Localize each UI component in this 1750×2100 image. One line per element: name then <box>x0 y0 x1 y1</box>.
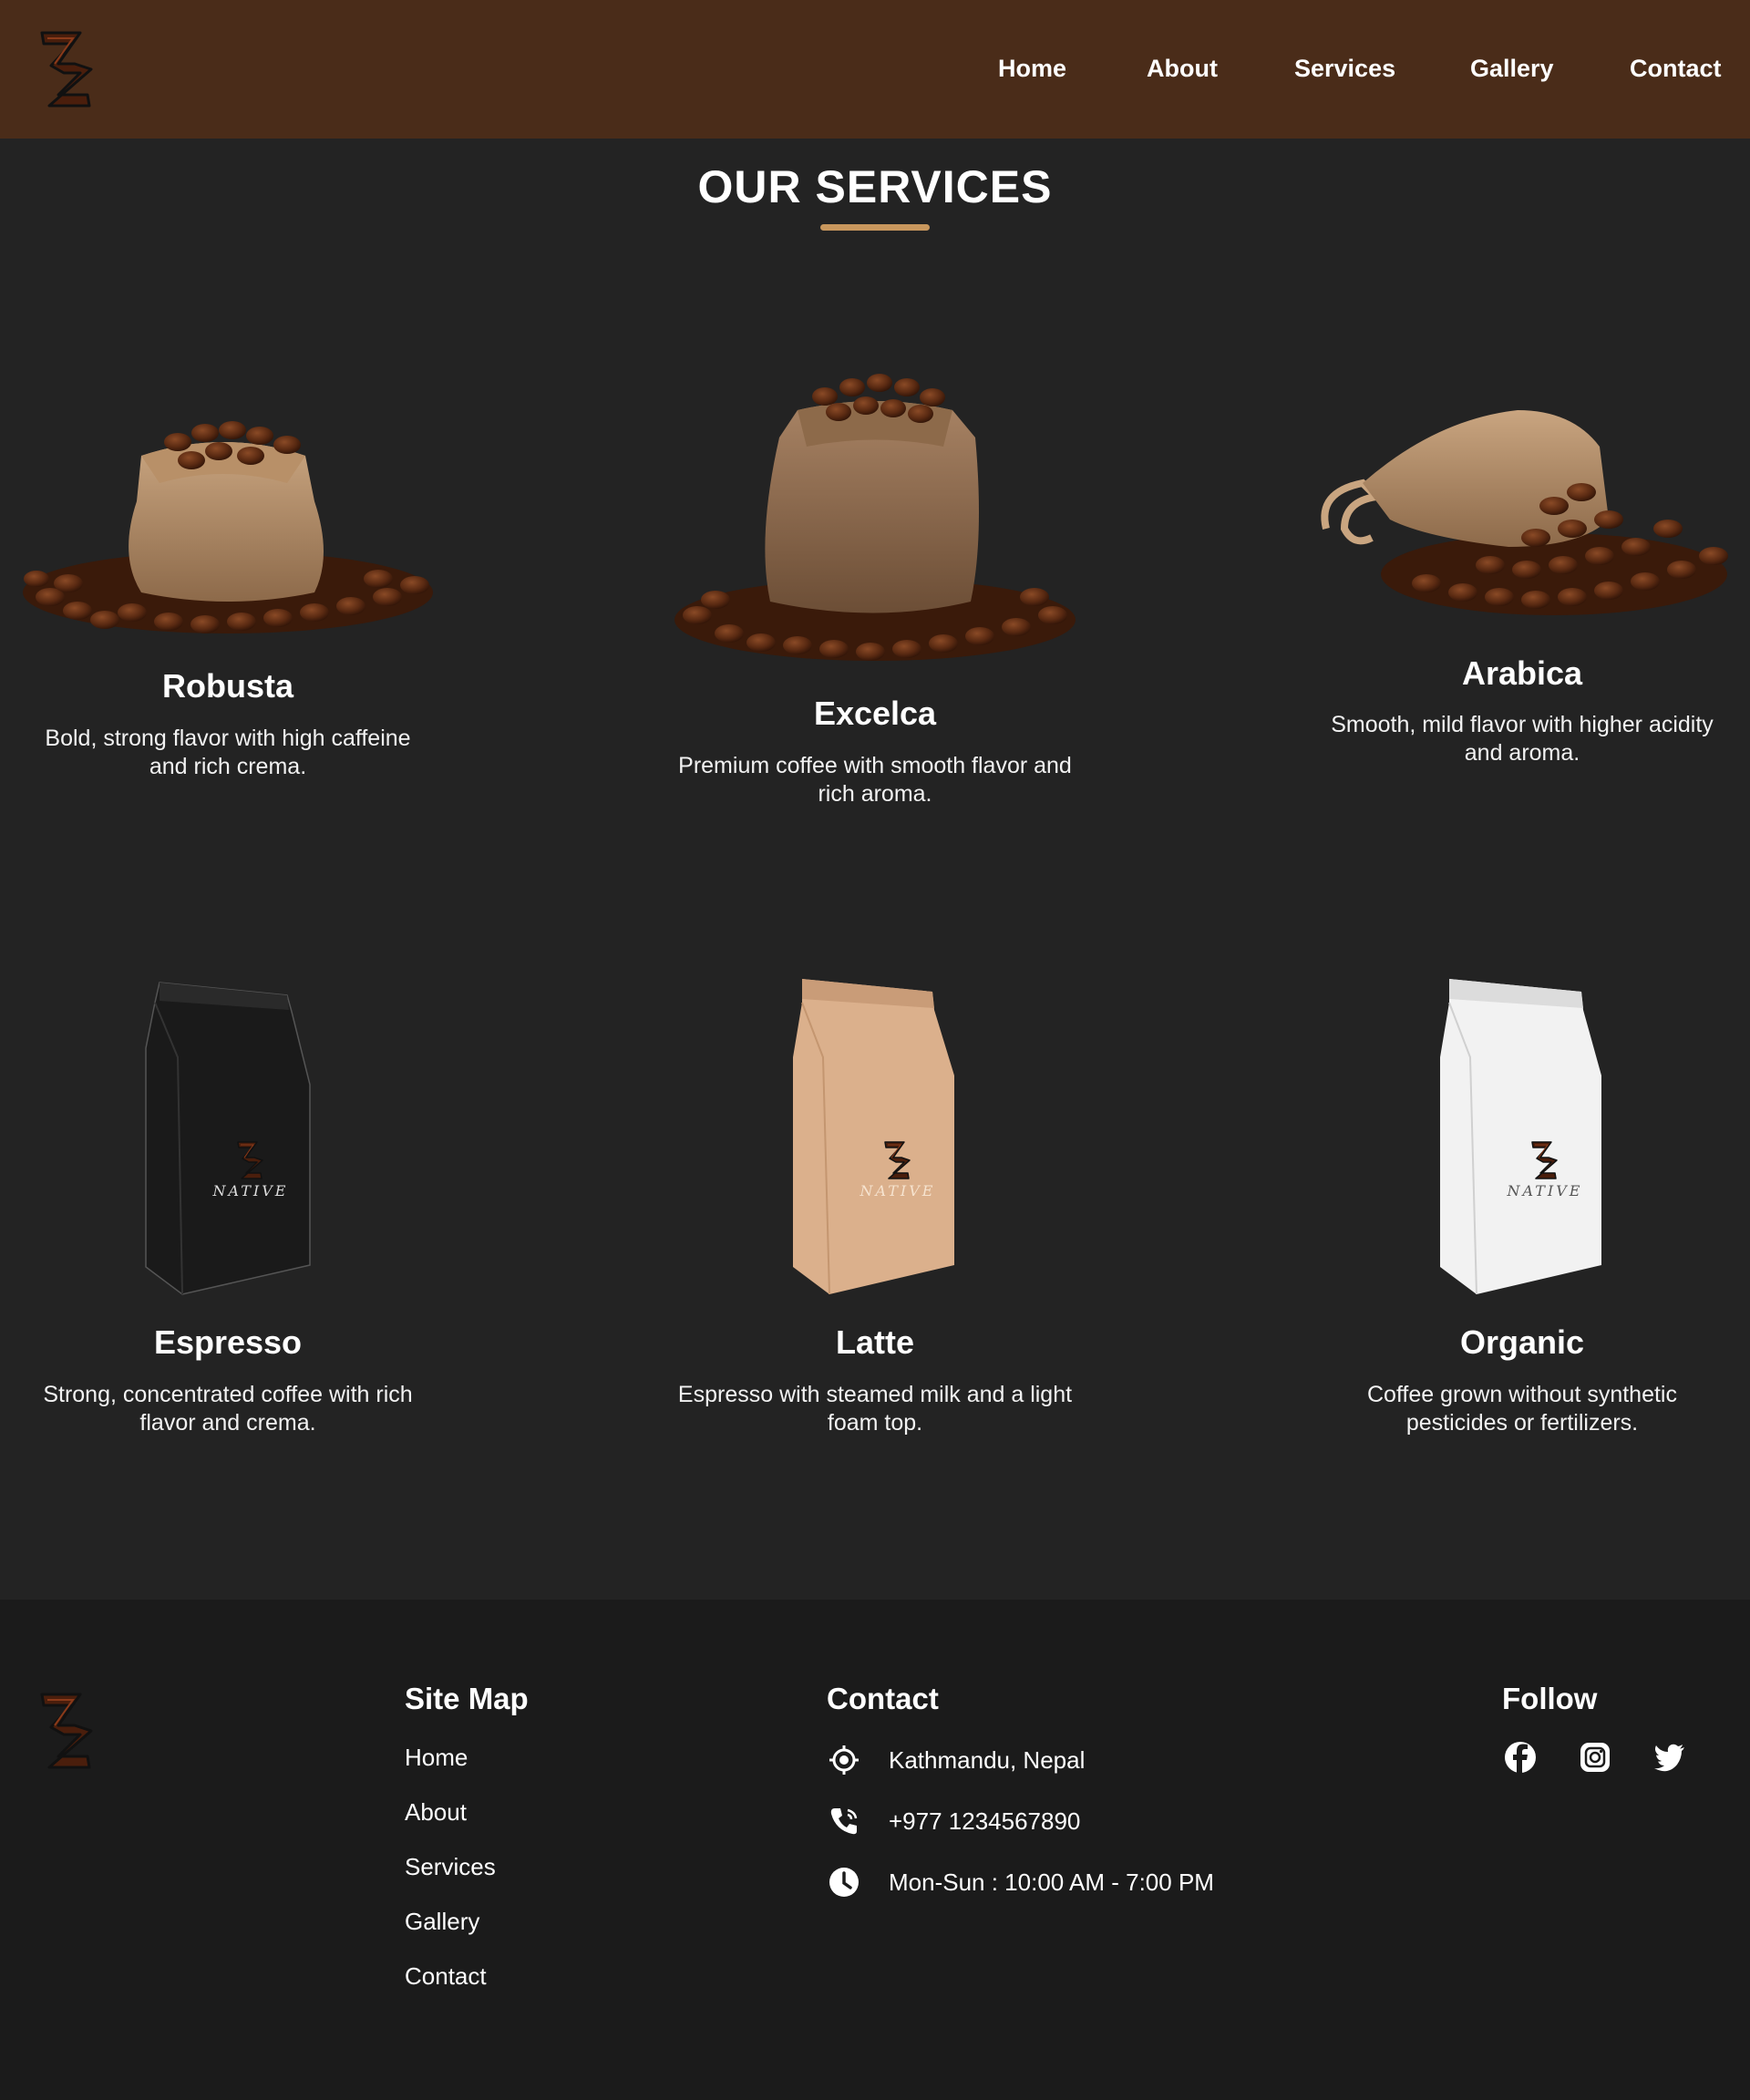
service-desc: Bold, strong flavor with high caffeine a… <box>45 726 411 779</box>
service-desc: Espresso with steamed milk and a light f… <box>677 1382 1073 1436</box>
nav-home[interactable]: Home <box>998 55 1066 83</box>
coffee-sack-spilled-image <box>1321 410 1728 615</box>
location-icon <box>827 1743 861 1777</box>
phone-icon <box>827 1804 861 1838</box>
footer-link-about[interactable]: About <box>405 1798 467 1827</box>
zz-logo-icon[interactable] <box>35 27 100 111</box>
bag-brand-text: NATIVE <box>860 1182 936 1199</box>
service-name: Excelca <box>813 695 937 732</box>
coffee-sack-image <box>674 374 1076 661</box>
section-title: OUR SERVICES <box>697 161 1053 212</box>
service-name: Robusta <box>162 667 293 705</box>
title-underline <box>820 224 930 231</box>
site-header: Home About Services Gallery Contact <box>0 0 1750 139</box>
contact-hours: Mon-Sun : 10:00 AM - 7:00 PM <box>827 1865 1214 1899</box>
zz-logo-icon[interactable] <box>35 1689 100 1773</box>
service-name: Arabica <box>1461 654 1583 692</box>
footer-link-contact[interactable]: Contact <box>405 1962 487 1991</box>
service-desc: Premium coffee with smooth flavor and ri… <box>678 753 1072 807</box>
service-name: Organic <box>1459 1323 1585 1361</box>
footer-link-services[interactable]: Services <box>405 1853 496 1881</box>
nav-services[interactable]: Services <box>1294 55 1395 83</box>
clock-icon <box>827 1865 861 1899</box>
white-coffee-bag-image: NATIVE <box>1440 979 1601 1295</box>
follow-heading: Follow <box>1502 1682 1598 1715</box>
service-name: Espresso <box>153 1323 303 1361</box>
footer-link-home[interactable]: Home <box>405 1744 468 1772</box>
contact-address: Kathmandu, Nepal <box>827 1743 1085 1777</box>
kraft-coffee-bag-image: NATIVE <box>793 979 954 1295</box>
black-coffee-bag-image: NATIVE <box>145 982 311 1295</box>
sitemap-heading: Site Map <box>405 1682 529 1715</box>
service-desc: Strong, concentrated coffee with rich fl… <box>43 1382 413 1436</box>
contact-heading: Contact <box>827 1682 939 1715</box>
bag-brand-text: NATIVE <box>212 1182 289 1199</box>
service-desc: Smooth, mild flavor with higher acidity … <box>1331 712 1714 766</box>
contact-phone: +977 1234567890 <box>827 1804 1080 1838</box>
twitter-icon[interactable] <box>1652 1739 1688 1776</box>
nav-about[interactable]: About <box>1147 55 1218 83</box>
footer-link-gallery[interactable]: Gallery <box>405 1908 479 1936</box>
bag-brand-text: NATIVE <box>1507 1182 1583 1199</box>
nav-gallery[interactable]: Gallery <box>1470 55 1554 83</box>
service-desc: Coffee grown without synthetic pesticide… <box>1366 1382 1677 1436</box>
site-footer: Site Map Home About Services Gallery Con… <box>0 1600 1750 2100</box>
contact-hours-text: Mon-Sun : 10:00 AM - 7:00 PM <box>889 1868 1214 1896</box>
contact-address-text: Kathmandu, Nepal <box>889 1745 1086 1774</box>
nav-contact[interactable]: Contact <box>1630 55 1722 83</box>
instagram-icon[interactable] <box>1577 1739 1613 1776</box>
coffee-sack-image <box>23 421 433 633</box>
facebook-icon[interactable] <box>1502 1739 1539 1776</box>
contact-phone-text: +977 1234567890 <box>889 1807 1081 1835</box>
service-name: Latte <box>835 1323 914 1361</box>
